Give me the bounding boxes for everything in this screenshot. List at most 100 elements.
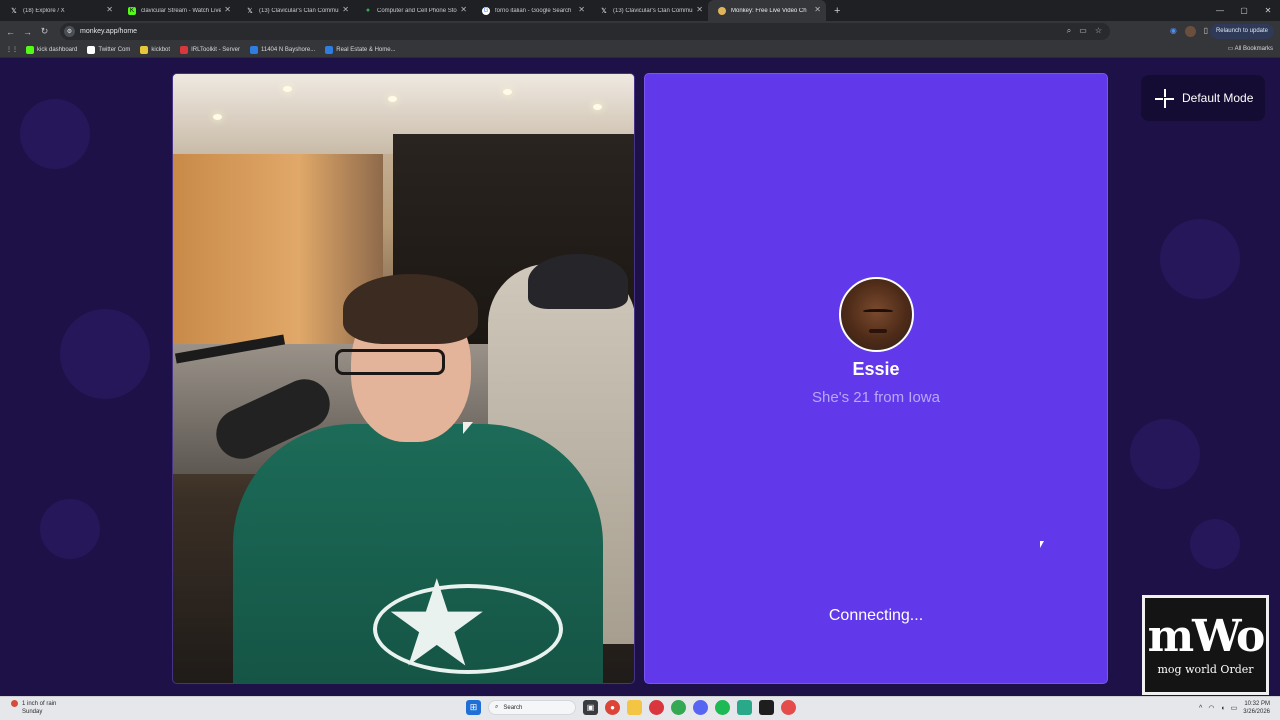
- bookmark-label: 11404 N Bayshore...: [260, 46, 316, 53]
- forward-icon[interactable]: →: [19, 27, 36, 37]
- glasses: [335, 349, 445, 375]
- date: 3/26/2026: [1243, 709, 1270, 715]
- close-icon[interactable]: ✕: [578, 5, 585, 14]
- avatar-mouth: [869, 329, 887, 333]
- back-icon[interactable]: ←: [2, 27, 19, 37]
- battery-icon[interactable]: ▭: [1231, 704, 1238, 712]
- bookmarks-bar: ⋮⋮ kick dashboard Twitter Com kickbot IR…: [0, 42, 1280, 58]
- background-pattern: [40, 499, 100, 559]
- zoom-icon[interactable]: ⌕: [1067, 26, 1071, 36]
- mwo-watermark: mWo mog world Order: [1142, 595, 1269, 695]
- ceiling-light: [593, 104, 602, 110]
- close-icon[interactable]: ✕: [460, 5, 467, 14]
- bookmark-kickbot[interactable]: kickbot: [140, 45, 170, 54]
- tab-clavicular-clan-2[interactable]: 𝕏 (13) Clavicular's Clan Communi ✕: [590, 0, 708, 21]
- connection-status: Connecting...: [828, 607, 924, 624]
- ceiling-light: [503, 89, 512, 95]
- search-placeholder: Search: [503, 704, 523, 711]
- close-icon[interactable]: ✕: [224, 5, 231, 14]
- star-icon[interactable]: ☆: [1095, 26, 1102, 36]
- all-bookmarks-button[interactable]: ▭ All Bookmarks: [1228, 45, 1273, 52]
- taskbar-apps: ⊞ ⌕ Search ▣ ●: [466, 700, 796, 715]
- partner-name: Essie: [852, 359, 900, 379]
- hair: [343, 274, 478, 344]
- close-icon[interactable]: ✕: [106, 5, 113, 14]
- extension-icon[interactable]: ◉: [1170, 26, 1177, 35]
- window-controls: — ▢ ✕: [1208, 0, 1280, 21]
- x-icon: 𝕏: [11, 7, 17, 15]
- new-tab-button[interactable]: +: [834, 5, 840, 17]
- windows-start-icon[interactable]: ⊞: [466, 700, 481, 715]
- tab-computer-store[interactable]: ● Computer and Cell Phone Store ✕: [354, 0, 472, 21]
- monkey-page: ★ Essie She's 21 from Iowa Connecting...…: [0, 59, 1280, 696]
- file-explorer-icon[interactable]: [627, 700, 642, 715]
- chrome-icon[interactable]: ●: [605, 700, 620, 715]
- monkey-icon: [718, 6, 726, 15]
- kickbot-icon: [140, 45, 149, 54]
- sidepanel-icon[interactable]: ▯: [1204, 26, 1208, 35]
- terminal-icon[interactable]: [759, 700, 774, 715]
- search-icon: ⌕: [495, 704, 499, 710]
- bookmark-label: Real Estate & Home...: [336, 46, 396, 53]
- close-icon[interactable]: ✕: [814, 5, 821, 14]
- app-icon[interactable]: [781, 700, 796, 715]
- apps-grid-icon[interactable]: ⋮⋮: [6, 46, 18, 53]
- background-pattern: [60, 309, 150, 399]
- home-icon: [249, 45, 258, 54]
- cast-icon[interactable]: ▭: [1079, 26, 1087, 36]
- notes-icon[interactable]: [737, 700, 752, 715]
- mouse-cursor: [1040, 541, 1044, 548]
- home-icon: [325, 45, 334, 54]
- maps-pin-icon: ●: [365, 7, 371, 14]
- bookmark-irltoolkit[interactable]: IRLToolkit - Server: [180, 45, 240, 54]
- minimize-icon[interactable]: —: [1208, 0, 1232, 21]
- relaunch-button[interactable]: Relaunch to update: [1209, 24, 1274, 39]
- bookmark-kick-dashboard[interactable]: kick dashboard: [26, 45, 78, 54]
- tab-title: Monkey: Free Live Video Ch: [731, 7, 807, 14]
- background-pattern: [1130, 419, 1200, 489]
- tab-monkey[interactable]: Monkey: Free Live Video Ch ✕: [708, 0, 826, 21]
- bookmark-label: Twitter Com: [98, 46, 131, 53]
- avatar-eyes: [863, 309, 893, 313]
- close-icon[interactable]: ✕: [342, 5, 349, 14]
- x-icon: 𝕏: [247, 7, 253, 15]
- chevron-up-icon[interactable]: ^: [1199, 705, 1202, 712]
- bookmark-twitter[interactable]: Twitter Com: [87, 45, 131, 54]
- tab-google-search[interactable]: G forno italian - Google Search ✕: [472, 0, 590, 21]
- tab-title: Computer and Cell Phone Store: [377, 7, 457, 14]
- omnibox[interactable]: ⚙ monkey.app/home ⌕ ▭ ☆: [60, 23, 1110, 40]
- tab-explore-x[interactable]: 𝕏 (18) Explore / X ✕: [0, 0, 118, 21]
- default-mode-button[interactable]: Default Mode: [1141, 75, 1265, 121]
- weather-widget[interactable]: 1 inch of rain Sunday: [11, 700, 57, 716]
- irltoolkit-icon: [180, 45, 189, 54]
- volume-icon[interactable]: ◖: [1220, 705, 1224, 712]
- system-tray: ^ ◠ ◖ ▭ 10:32 PM 3/26/2026: [1199, 700, 1270, 716]
- weather-text: 1 inch of rain: [22, 701, 57, 707]
- site-info-icon[interactable]: ⚙: [64, 26, 75, 37]
- bookmark-bayshore[interactable]: 11404 N Bayshore...: [249, 45, 316, 54]
- taskbar-search[interactable]: ⌕ Search: [488, 700, 576, 715]
- close-window-icon[interactable]: ✕: [1256, 0, 1280, 21]
- spotify-icon[interactable]: [715, 700, 730, 715]
- bookmark-real-estate[interactable]: Real Estate & Home...: [325, 45, 396, 54]
- watermark-text: mog world Order: [1157, 662, 1254, 676]
- discord-icon[interactable]: [693, 700, 708, 715]
- weather-day: Sunday: [22, 709, 43, 715]
- clock[interactable]: 10:32 PM 3/26/2026: [1243, 700, 1270, 716]
- folder-icon: ▭: [1227, 46, 1235, 52]
- maximize-icon[interactable]: ▢: [1232, 0, 1256, 21]
- chrome-icon[interactable]: [671, 700, 686, 715]
- reload-icon[interactable]: ↻: [36, 26, 53, 37]
- app-icon[interactable]: [649, 700, 664, 715]
- self-video-feed: ★: [172, 73, 635, 684]
- tab-clavicular-stream[interactable]: K clavicular Stream - Watch Live o ✕: [118, 0, 236, 21]
- url-text[interactable]: monkey.app/home: [80, 28, 137, 35]
- profile-avatar[interactable]: [1185, 26, 1196, 37]
- tab-clavicular-clan-1[interactable]: 𝕏 (13) Clavicular's Clan Communi ✕: [236, 0, 354, 21]
- tab-title: clavicular Stream - Watch Live o: [141, 7, 221, 14]
- task-view-icon[interactable]: ▣: [583, 700, 598, 715]
- wifi-icon[interactable]: ◠: [1208, 704, 1214, 712]
- background-pattern: [1190, 519, 1240, 569]
- bookmark-label: kick dashboard: [37, 46, 78, 53]
- close-icon[interactable]: ✕: [696, 5, 703, 14]
